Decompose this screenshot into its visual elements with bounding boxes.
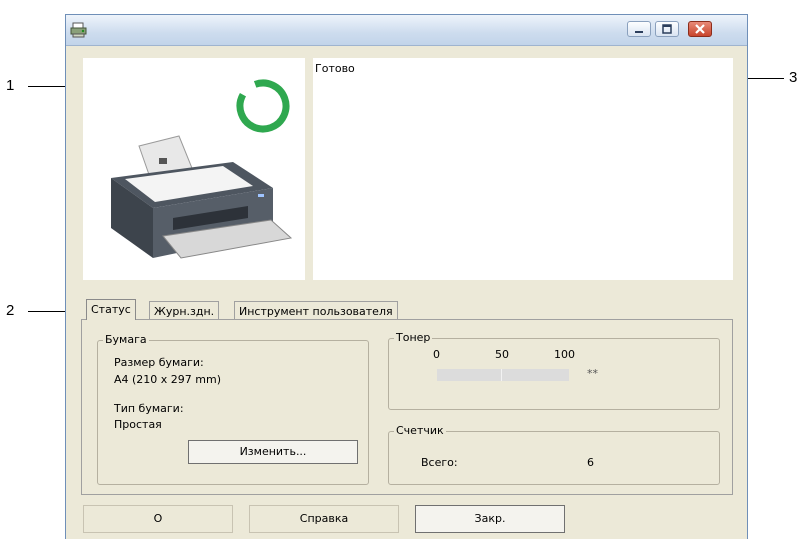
toner-scale-100: 100 [554,348,575,361]
toner-scale-50: 50 [495,348,509,361]
maximize-icon [662,24,672,34]
app-printer-icon [70,22,88,41]
paper-size-value: A4 (210 x 297 mm) [114,373,222,386]
about-button[interactable]: О [83,505,233,533]
close-button[interactable]: Закр. [415,505,565,533]
toner-scale-0: 0 [433,348,440,361]
status-tab-panel: Бумага Размер бумаги: A4 (210 x 297 mm) … [81,319,733,495]
toner-group-legend: Тонер [394,331,433,344]
paper-type-label: Тип бумаги: [114,402,184,415]
counter-group-legend: Счетчик [394,424,446,437]
callout-number-1: 1 [6,77,15,94]
counter-total-label: Всего: [421,456,458,469]
help-button[interactable]: Справка [249,505,399,533]
paper-group: Бумага Размер бумаги: A4 (210 x 297 mm) … [97,333,369,485]
change-paper-button[interactable]: Изменить... [188,440,358,464]
callout-number-3: 3 [789,69,798,86]
minimize-icon [635,31,643,33]
paper-size-label: Размер бумаги: [114,356,204,369]
toner-group: Тонер 0 50 100 ** [388,331,720,410]
tab-user-tools[interactable]: Инструмент пользователя [234,301,398,321]
toner-level-value: ** [587,367,598,380]
tab-job-log[interactable]: Журн.здн. [149,301,220,321]
paper-type-value: Простая [114,418,162,431]
printer-image-pane [83,58,305,280]
toner-level-bar [437,369,569,381]
printer-illustration [111,79,293,259]
tab-user-tools-label: Инструмент пользователя [239,305,393,318]
counter-total-value: 6 [587,456,594,469]
paper-group-legend: Бумага [103,333,149,346]
minimize-button[interactable] [627,21,651,37]
status-message: Готово [315,62,355,75]
callout-number-2: 2 [6,302,15,319]
title-bar[interactable] [66,15,747,46]
maximize-button[interactable] [655,21,679,37]
status-indicator-icon [236,79,290,133]
close-window-button[interactable] [688,21,712,37]
tab-job-log-label: Журн.здн. [154,305,215,318]
status-message-pane: Готово [313,58,733,280]
tab-status[interactable]: Статус [86,299,136,320]
counter-group: Счетчик Всего: 6 [388,424,720,485]
tab-status-label: Статус [91,303,131,316]
close-icon [695,24,705,34]
status-monitor-window: Готово Статус Журн.здн. Инструмент польз… [65,14,748,539]
